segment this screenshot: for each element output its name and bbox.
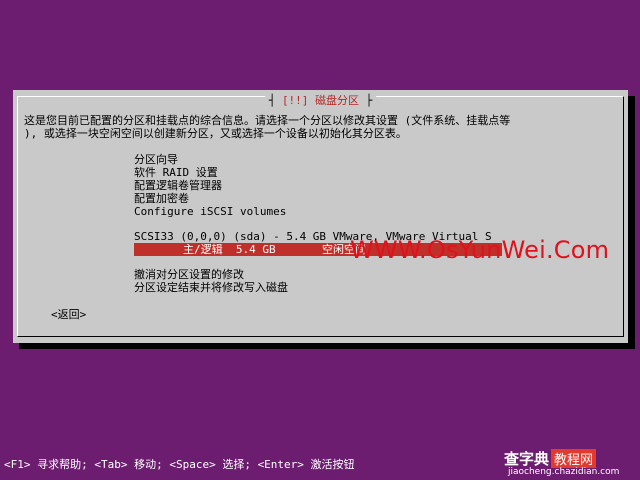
site-logo: 查字典 教程网 jiaocheng.chazidian.com (502, 448, 640, 480)
undo-changes-item[interactable]: 撤消对分区设置的修改 (134, 268, 244, 281)
logo-main-text: 查字典 (504, 450, 550, 468)
title-bracket-right: ├ (359, 94, 373, 107)
logo-tag: 教程网 (551, 449, 597, 468)
title-warning: [!!] (281, 94, 309, 107)
logo-url: jiaocheng.chazidian.com (508, 467, 620, 477)
description-line-2: ), 或选择一块空闲空间以创建新分区，又或选择一个设备以初始化其分区表。 (24, 127, 407, 140)
menu-item-lvm[interactable]: 配置逻辑卷管理器 (134, 179, 222, 192)
finish-partitioning-item[interactable]: 分区设定结束并将修改写入磁盘 (134, 281, 288, 294)
menu-item-encrypted-volumes[interactable]: 配置加密卷 (134, 192, 189, 205)
watermark: WWW.OsYunWei.Com (350, 236, 610, 264)
title-bracket-left: ┤ (268, 94, 282, 107)
free-space-item[interactable]: 主/逻辑 5.4 GB 空闲空间 (183, 243, 366, 256)
partition-dialog: ┤ [!!] 磁盘分区 ├ 这是您目前已配置的分区和挂载点的综合信息。请选择一个… (13, 90, 628, 343)
installer-screen: ┤ [!!] 磁盘分区 ├ 这是您目前已配置的分区和挂载点的综合信息。请选择一个… (0, 0, 640, 480)
menu-item-guided-partitioning[interactable]: 分区向导 (134, 153, 178, 166)
description-line-1: 这是您目前已配置的分区和挂载点的综合信息。请选择一个分区以修改其设置 (文件系统… (24, 114, 511, 127)
title-text: 磁盘分区 (315, 94, 360, 107)
menu-item-iscsi[interactable]: Configure iSCSI volumes (134, 205, 286, 218)
dialog-title: ┤ [!!] 磁盘分区 ├ (264, 94, 377, 107)
logo-main: 查字典 教程网 (504, 448, 597, 469)
menu-item-software-raid[interactable]: 软件 RAID 设置 (134, 166, 218, 179)
back-button[interactable]: <返回> (51, 308, 86, 321)
